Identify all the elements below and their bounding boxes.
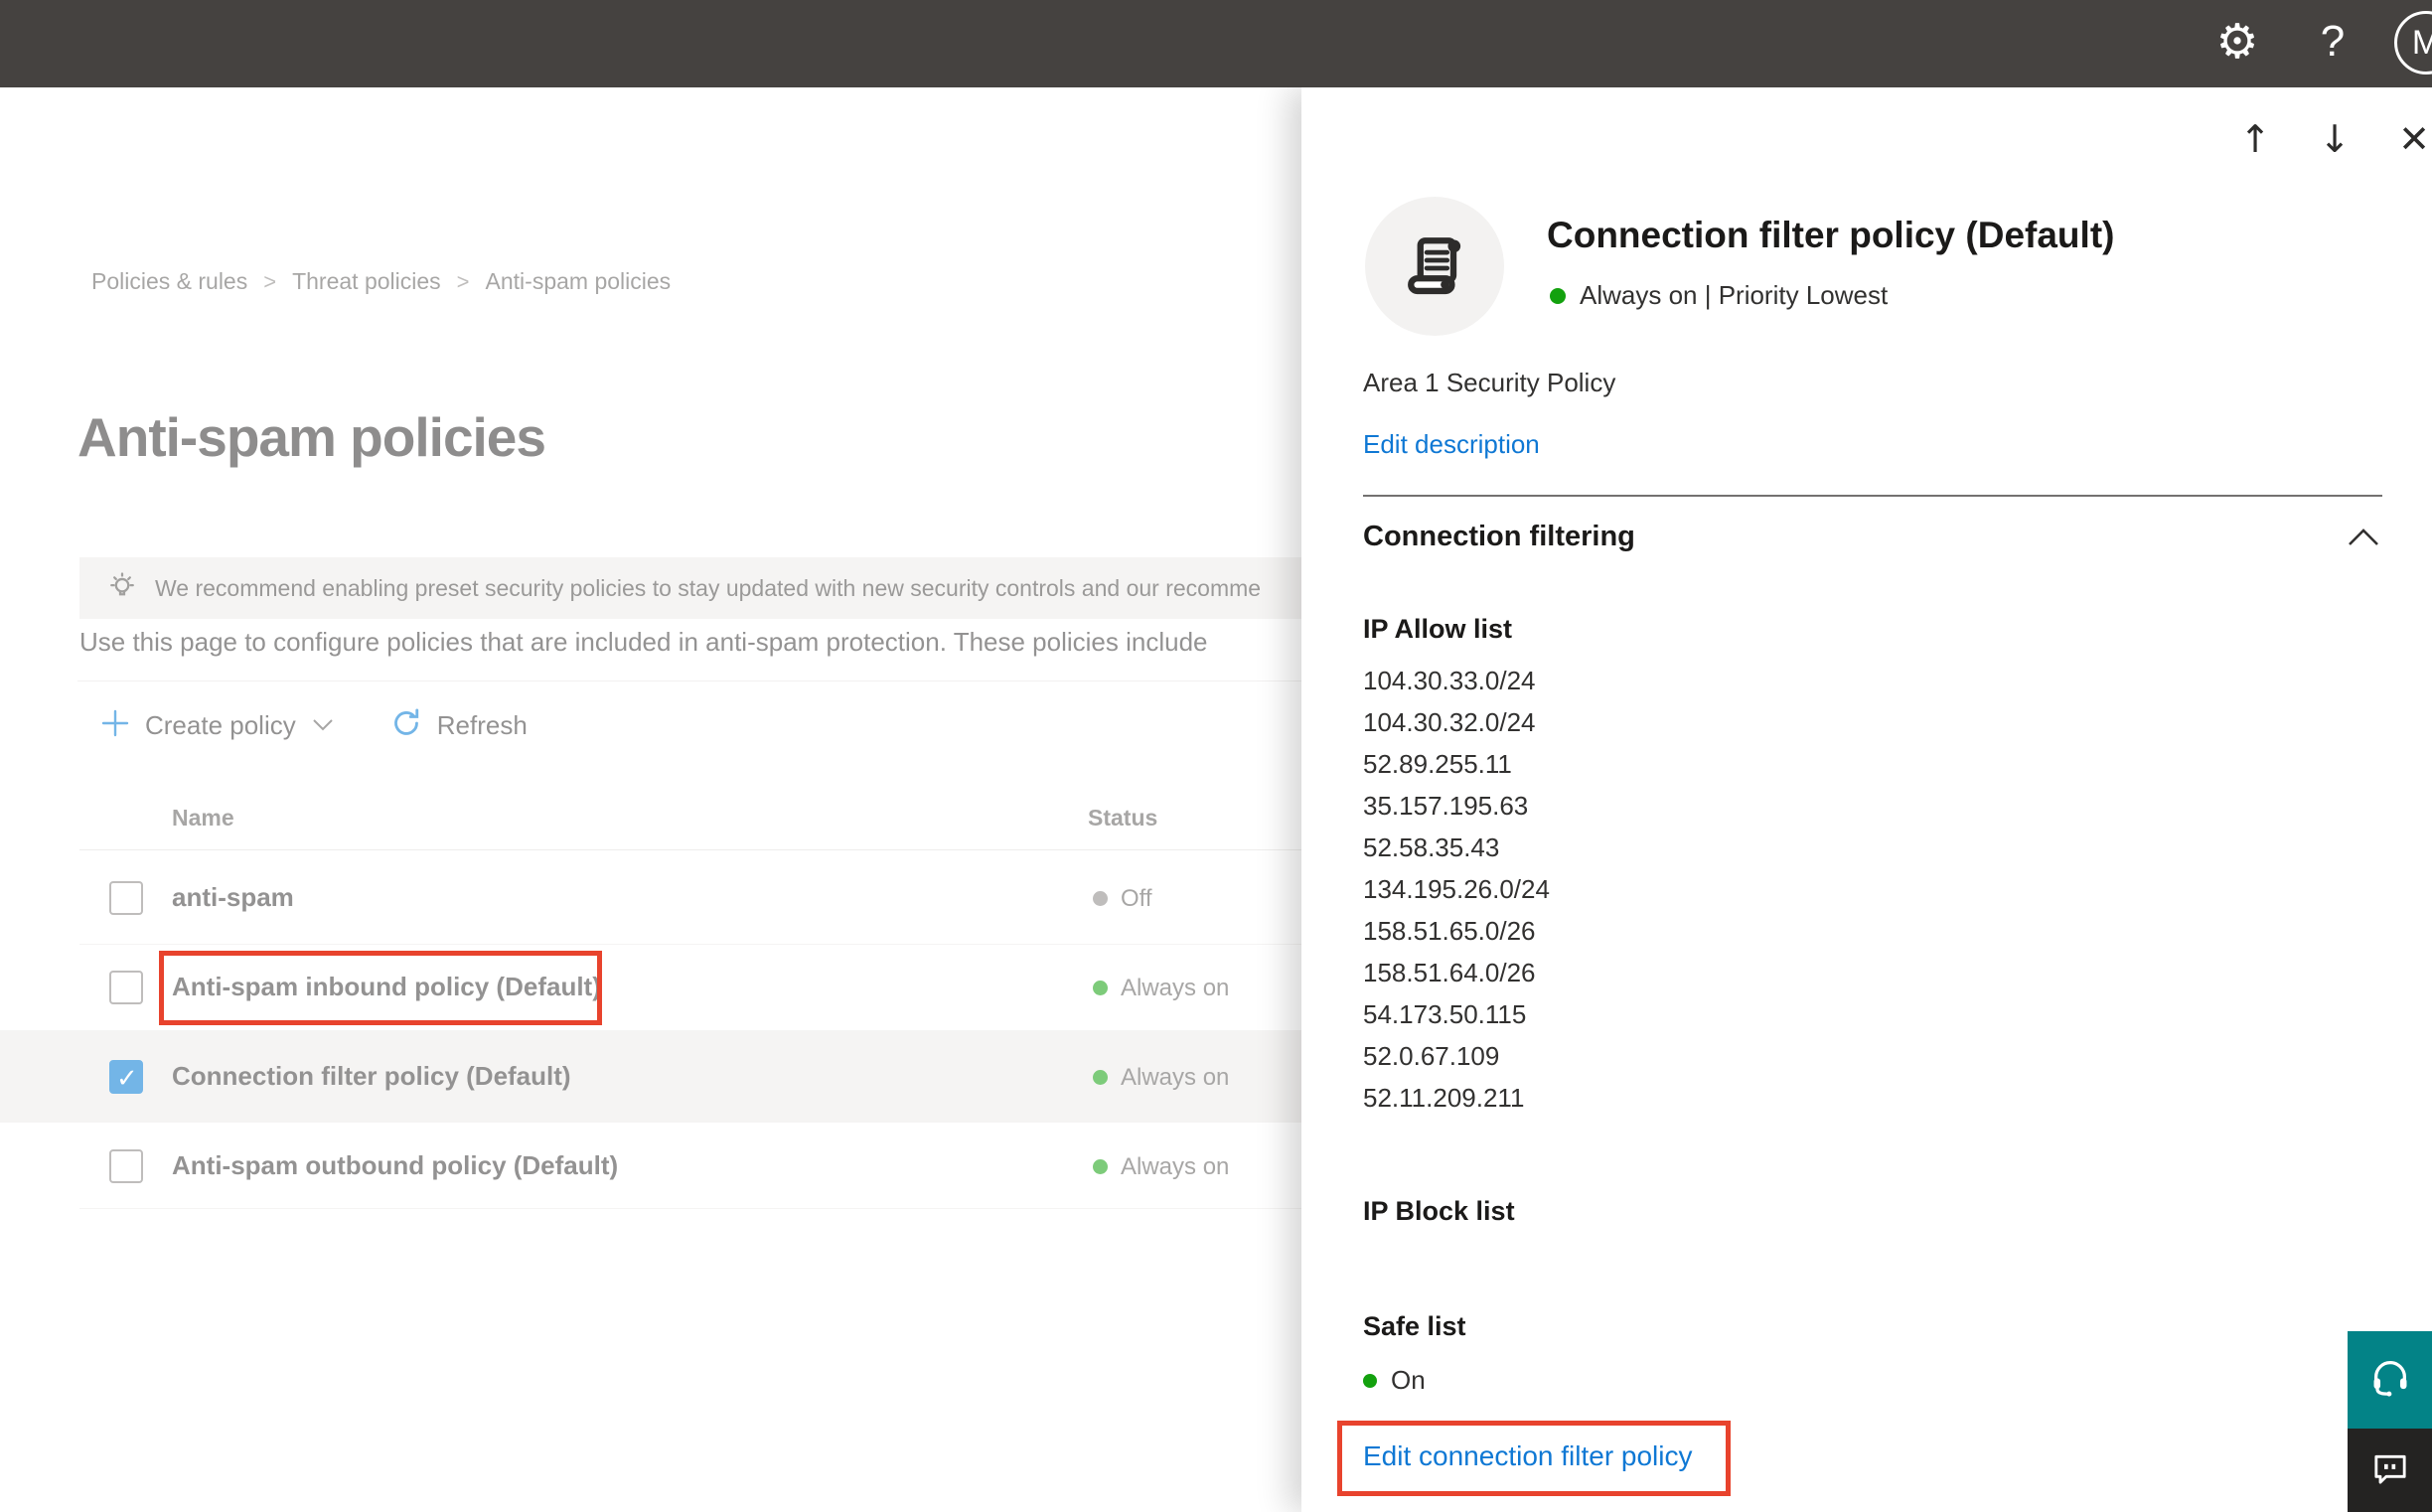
column-header-name[interactable]: Name	[172, 805, 234, 832]
plus-icon	[99, 707, 131, 744]
status-text: Always on	[1121, 975, 1230, 1001]
safe-list-value: On	[1391, 1365, 1426, 1395]
row-checkbox[interactable]	[109, 971, 143, 1004]
status-dot	[1093, 891, 1108, 906]
ip-allow-list: 104.30.33.0/24 104.30.32.0/24 52.89.255.…	[1363, 660, 1550, 1119]
ip-entry: 104.30.33.0/24	[1363, 666, 1536, 695]
support-button[interactable]	[2348, 1331, 2432, 1429]
table-row[interactable]: Anti-spam inbound policy (Default) Alway…	[0, 945, 1301, 1029]
status-dot	[1363, 1373, 1377, 1388]
column-header-status[interactable]: Status	[1088, 805, 1157, 832]
banner-text: We recommend enabling preset security po…	[155, 574, 1262, 601]
panel-nav: ↑ ↓ ✕	[2204, 113, 2432, 165]
edit-connection-filter-policy-link[interactable]: Edit connection filter policy	[1363, 1440, 1693, 1472]
recommendation-banner: We recommend enabling preset security po…	[79, 557, 1301, 619]
security-portal-screen: ⚙ ? M Policies & rules > Threat policies…	[0, 0, 2432, 1512]
ip-allow-list-heading: IP Allow list	[1363, 614, 1513, 644]
table-row[interactable]: Anti-spam outbound policy (Default) Alwa…	[0, 1124, 1301, 1208]
headset-icon	[2367, 1355, 2413, 1406]
breadcrumb: Policies & rules > Threat policies > Ant…	[91, 268, 671, 295]
panel-status-text: Always on | Priority Lowest	[1580, 280, 1889, 310]
row-checkbox[interactable]	[109, 1149, 143, 1183]
feedback-button[interactable]	[2348, 1429, 2432, 1512]
toolbar-divider	[77, 680, 1301, 681]
panel-divider	[1363, 495, 2382, 497]
ip-entry: 35.157.195.63	[1363, 791, 1529, 821]
policy-name[interactable]: Anti-spam inbound policy (Default)	[172, 972, 601, 1002]
ip-entry: 134.195.26.0/24	[1363, 874, 1550, 904]
status-text: Off	[1121, 885, 1152, 912]
ip-entry: 52.11.209.211	[1363, 1083, 1525, 1113]
ip-entry: 158.51.65.0/26	[1363, 916, 1536, 946]
policy-name[interactable]: Anti-spam outbound policy (Default)	[172, 1150, 618, 1181]
account-avatar[interactable]: M	[2394, 11, 2432, 75]
panel-title: Connection filter policy (Default)	[1547, 215, 2115, 255]
ip-entry: 158.51.64.0/26	[1363, 958, 1536, 987]
ip-entry: 54.173.50.115	[1363, 999, 1527, 1029]
main-content: Policies & rules > Threat policies > Ant…	[0, 87, 1301, 1512]
ip-entry: 52.0.67.109	[1363, 1041, 1500, 1071]
safe-list-status: On	[1363, 1365, 1426, 1396]
status-dot	[1093, 1159, 1108, 1174]
ip-entry: 52.89.255.11	[1363, 749, 1512, 779]
next-item-arrow-down-icon[interactable]: ↓	[2307, 113, 2362, 165]
close-icon[interactable]: ✕	[2386, 113, 2432, 165]
policy-details-panel: ↑ ↓ ✕ Connection filter policy (Default)…	[1301, 87, 2432, 1512]
feedback-chat-icon	[2370, 1448, 2410, 1493]
ip-entry: 52.58.35.43	[1363, 832, 1500, 862]
status-dot	[1093, 1070, 1108, 1085]
refresh-icon	[389, 706, 423, 745]
breadcrumb-anti-spam-policies[interactable]: Anti-spam policies	[486, 268, 672, 295]
breadcrumb-separator-icon: >	[263, 268, 277, 294]
status-text: Always on	[1121, 1153, 1230, 1180]
safe-list-heading: Safe list	[1363, 1311, 1466, 1341]
table-row-selected[interactable]: Connection filter policy (Default) Alway…	[0, 1030, 1301, 1123]
ip-block-list-heading: IP Block list	[1363, 1196, 1515, 1226]
connection-filtering-section-header[interactable]: Connection filtering	[1363, 521, 2382, 564]
page-title: Anti-spam policies	[77, 406, 546, 468]
top-bar: ⚙ ? M	[0, 0, 2432, 87]
status-dot	[1093, 981, 1108, 995]
lightbulb-icon	[105, 571, 139, 605]
ip-entry: 104.30.32.0/24	[1363, 707, 1536, 737]
table-row[interactable]: anti-spam Off	[0, 851, 1301, 944]
create-policy-button[interactable]: Create policy	[99, 707, 334, 744]
refresh-button[interactable]: Refresh	[389, 706, 528, 745]
refresh-label: Refresh	[436, 709, 528, 740]
panel-status: Always on | Priority Lowest	[1550, 280, 1888, 311]
create-policy-label: Create policy	[145, 709, 296, 740]
row-checkbox[interactable]	[109, 881, 143, 915]
policy-description: Area 1 Security Policy	[1363, 368, 1616, 397]
row-checkbox-checked[interactable]	[109, 1060, 143, 1094]
header-divider	[79, 849, 1301, 850]
edit-description-link[interactable]: Edit description	[1363, 429, 1540, 460]
status-text: Always on	[1121, 1064, 1230, 1091]
policy-name[interactable]: Connection filter policy (Default)	[172, 1061, 571, 1092]
policy-name[interactable]: anti-spam	[172, 882, 294, 913]
scroll-policy-icon	[1397, 227, 1472, 307]
row-divider	[79, 1208, 1301, 1209]
page-description: Use this page to configure policies that…	[79, 627, 1208, 657]
policy-avatar	[1365, 197, 1504, 336]
help-icon[interactable]: ?	[2303, 14, 2362, 70]
breadcrumb-threat-policies[interactable]: Threat policies	[292, 268, 441, 295]
chevron-down-icon	[312, 718, 334, 737]
breadcrumb-policies-rules[interactable]: Policies & rules	[91, 268, 247, 295]
section-title: Connection filtering	[1363, 521, 1635, 552]
settings-gear-icon[interactable]: ⚙	[2207, 14, 2267, 70]
command-bar: Create policy Refresh	[99, 699, 528, 751]
breadcrumb-separator-icon: >	[456, 268, 470, 294]
previous-item-arrow-up-icon[interactable]: ↑	[2227, 113, 2283, 165]
chevron-up-icon[interactable]	[2347, 527, 2380, 553]
status-dot	[1550, 287, 1566, 304]
